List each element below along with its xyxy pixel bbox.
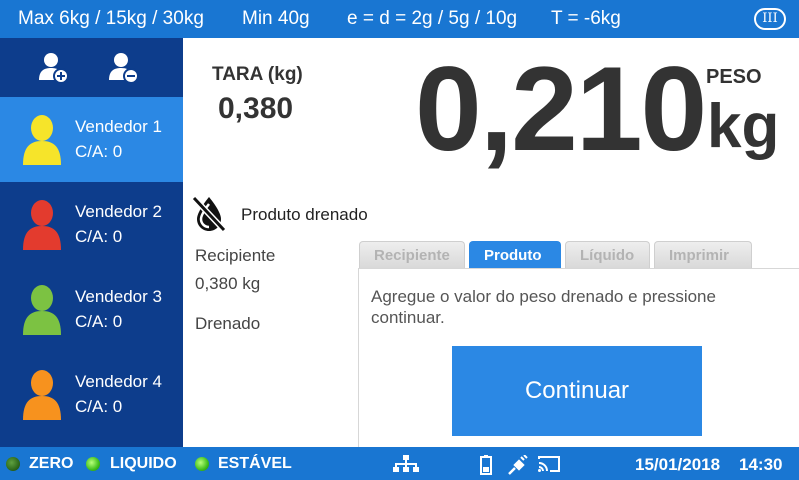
vendor-ca: C/A: 0 — [75, 397, 123, 416]
date-display: 15/01/2018 — [635, 455, 721, 474]
vendor-name: Vendedor 3 — [75, 287, 162, 306]
vendor-item-2[interactable]: Vendedor 2 C/A: 0 — [0, 182, 183, 267]
instruction-text: Agregue o valor do peso drenado e pressi… — [371, 287, 716, 327]
zero-status: ZERO — [29, 455, 74, 472]
user-green-icon — [23, 285, 61, 335]
user-orange-icon — [23, 370, 61, 420]
continue-button[interactable]: Continuar — [452, 346, 702, 436]
add-user-button[interactable] — [36, 50, 76, 86]
user-yellow-icon — [23, 115, 61, 165]
division-spec: e = d = 2g / 5g / 10g — [347, 8, 518, 29]
bottom-status-bar: ZERO LIQUIDO ESTÁVEL 15/01/2018 14:30 — [0, 447, 799, 480]
battery-icon — [480, 455, 492, 475]
liquido-status: LIQUIDO — [110, 455, 177, 472]
vendor-ca: C/A: 0 — [75, 227, 123, 246]
cast-icon — [538, 456, 560, 472]
min-capacity: Min 40g — [242, 8, 310, 29]
estavel-status: ESTÁVEL — [218, 455, 292, 472]
vendor-name: Vendedor 2 — [75, 202, 162, 221]
tare-value: 0,380 — [218, 92, 294, 125]
vendor-item-4[interactable]: Vendedor 4 C/A: 0 — [0, 352, 183, 437]
top-status-bar: Max 6kg / 15kg / 30kg Min 40g e = d = 2g… — [0, 0, 799, 38]
vendor-item-1[interactable]: Vendedor 1 C/A: 0 — [0, 97, 183, 182]
vendor-name: Vendedor 1 — [75, 117, 162, 136]
recipient-label: Recipiente — [195, 246, 276, 265]
tare-label: TARA (kg) — [212, 64, 303, 85]
weight-unit: kg — [707, 92, 780, 161]
time-display: 14:30 — [739, 455, 783, 474]
max-capacity: Max 6kg / 15kg / 30kg — [18, 8, 204, 29]
vendor-ca: C/A: 0 — [75, 142, 123, 161]
network-icon — [393, 455, 419, 472]
recipient-value: 0,380 kg — [195, 274, 261, 293]
vendor-sidebar: Vendedor 1 C/A: 0 Vendedor 2 C/A: 0 Vend… — [0, 38, 183, 447]
liquido-led-icon — [86, 457, 100, 471]
weight-label: PESO — [706, 66, 762, 88]
estavel-led-icon — [195, 457, 209, 471]
tab-liquido[interactable]: Líquido — [565, 241, 650, 268]
drained-drop-icon — [191, 195, 227, 233]
weight-display: 0,210 — [415, 42, 707, 176]
accuracy-class-badge: III — [754, 8, 786, 30]
step-tabs: Recipiente Produto Líquido Imprimir — [358, 241, 799, 268]
plug-icon — [508, 455, 528, 475]
user-red-icon — [23, 200, 61, 250]
remove-user-icon — [109, 53, 139, 84]
drained-label: Drenado — [195, 314, 261, 333]
remove-user-button[interactable] — [106, 50, 146, 86]
vendor-item-3[interactable]: Vendedor 3 C/A: 0 — [0, 267, 183, 352]
sidebar-actions — [0, 38, 183, 97]
vendor-name: Vendedor 4 — [75, 372, 162, 391]
drained-title: Produto drenado — [241, 205, 368, 224]
tab-recipiente[interactable]: Recipiente — [359, 241, 465, 268]
zero-led-icon — [6, 457, 20, 471]
tab-produto[interactable]: Produto — [469, 241, 561, 268]
tare-limit: T = -6kg — [551, 8, 621, 29]
vendor-ca: C/A: 0 — [75, 312, 123, 331]
tab-imprimir[interactable]: Imprimir — [654, 241, 752, 268]
add-user-icon — [39, 53, 69, 84]
